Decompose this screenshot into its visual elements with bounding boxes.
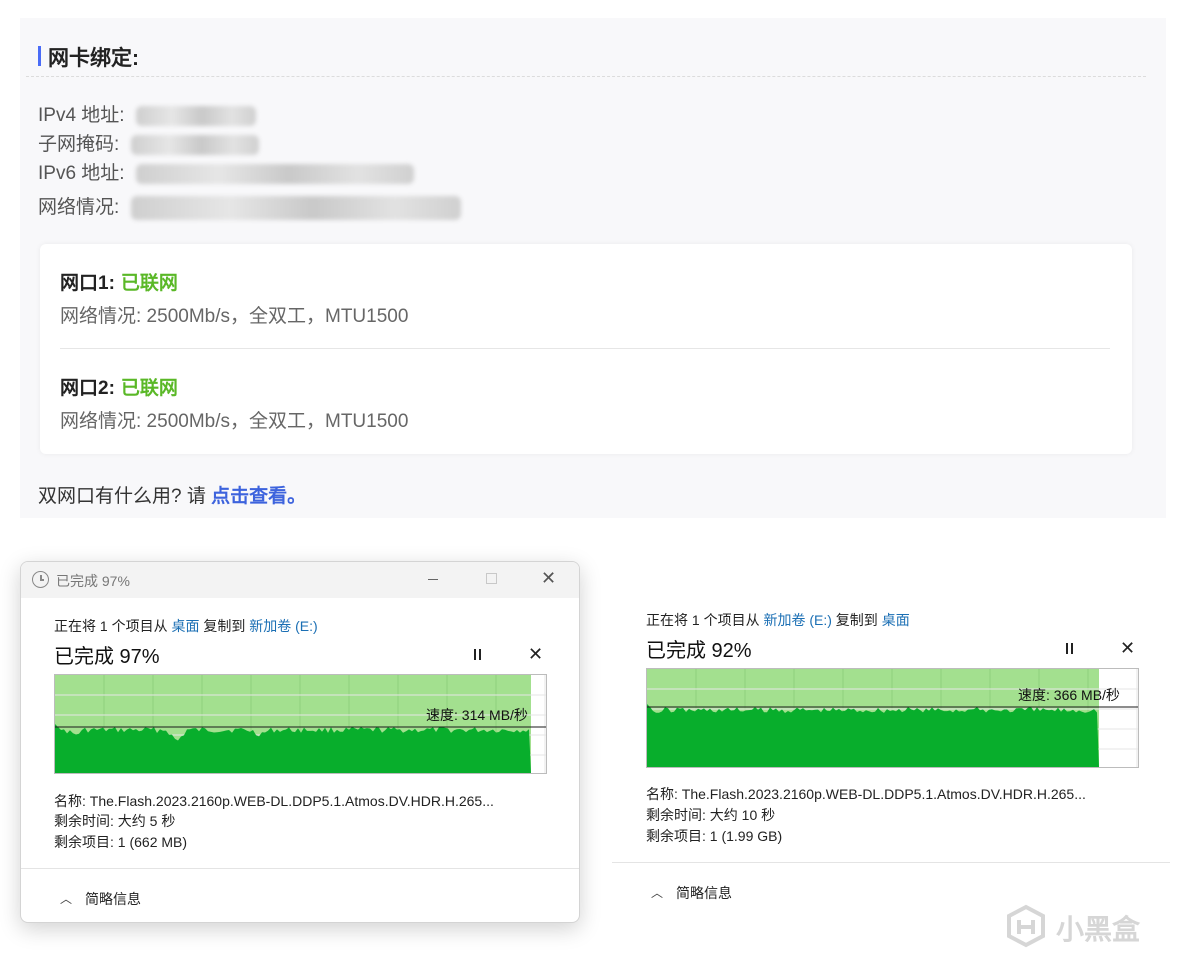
port1-status: 已联网	[120, 273, 178, 294]
window-close-icon[interactable]: ✕	[541, 568, 556, 589]
time-remaining-right: 剩余时间: 大约 10 秒	[646, 807, 776, 823]
copy-prefix: 正在将 1 个项目从	[54, 618, 172, 634]
time-remaining: 剩余时间: 大约 5 秒	[54, 813, 176, 829]
network-title: 网卡绑定:	[48, 47, 139, 70]
fewer-details-toggle-right[interactable]: 简略信息	[676, 883, 732, 903]
subnet-row: 子网掩码:	[38, 129, 259, 156]
ipv4-row: IPv4 地址:	[38, 100, 256, 127]
title-divider	[26, 76, 1146, 77]
xiaoheihe-logo-icon	[1007, 904, 1045, 948]
watermark-text: 小黑盒	[1056, 914, 1141, 945]
source-link-right[interactable]: 新加卷 (E:)	[763, 612, 831, 628]
pause-icon[interactable]	[474, 649, 482, 660]
footer-divider	[21, 868, 579, 869]
ports-card: 网口1: 已联网 网络情况: 2500Mb/s，全双工，MTU1500 网口2: 已…	[40, 244, 1132, 454]
cancel-copy-icon-right[interactable]: ✕	[1120, 638, 1135, 659]
percent-complete: 已完成 97%	[54, 646, 160, 668]
speed-graph-svg-right	[647, 669, 1138, 767]
items-remaining-right: 剩余项目: 1 (1.99 GB)	[646, 828, 783, 844]
ipv4-redacted	[135, 105, 256, 126]
copy-mid: 复制到	[199, 618, 250, 634]
minimize-icon[interactable]	[428, 579, 438, 580]
speed-label: 速度: 314 MB/秒	[426, 707, 528, 723]
ipv6-label: IPv6 地址:	[38, 163, 125, 184]
network-status-redacted	[130, 195, 461, 220]
chevron-up-icon[interactable]: ︿	[60, 890, 72, 907]
subnet-label: 子网掩码:	[38, 134, 120, 155]
port-divider	[60, 348, 1110, 349]
pause-icon-right[interactable]	[1066, 643, 1074, 654]
dialog-titlebar: 已完成 97% ✕	[21, 562, 579, 598]
title-accent-bar	[38, 46, 41, 66]
ipv6-redacted	[135, 163, 414, 184]
destination-link-right[interactable]: 桌面	[882, 612, 910, 628]
copy-dialog-left: 已完成 97% ✕ 正在将 1 个项目从 桌面 复制到 新加卷 (E:) 已完成…	[20, 561, 580, 923]
cancel-copy-icon[interactable]: ✕	[528, 644, 543, 665]
clock-icon	[32, 571, 49, 588]
port2-label: 网口2: 已联网	[60, 373, 178, 400]
ipv4-label: IPv4 地址:	[38, 105, 125, 126]
copy-mid-right: 复制到	[831, 612, 882, 628]
items-remaining: 剩余项目: 1 (662 MB)	[54, 834, 188, 850]
speed-area	[647, 704, 1099, 767]
window-title: 已完成 97%	[56, 573, 130, 589]
ipv6-row: IPv6 地址:	[38, 158, 414, 185]
fewer-details-toggle[interactable]: 简略信息	[85, 889, 141, 909]
help-text: 双网口有什么用? 请	[38, 486, 212, 507]
copy-description-right: 正在将 1 个项目从 新加卷 (E:) 复制到 桌面	[646, 610, 910, 630]
copy-prefix-right: 正在将 1 个项目从	[646, 612, 764, 628]
footer-divider-right	[612, 862, 1170, 863]
port1-name: 网口1:	[60, 273, 115, 294]
chevron-up-icon-right[interactable]: ︿	[651, 884, 663, 901]
port2-detail: 网络情况: 2500Mb/s，全双工，MTU1500	[60, 411, 409, 432]
file-name: 名称: The.Flash.2023.2160p.WEB-DL.DDP5.1.A…	[54, 793, 494, 809]
copy-description: 正在将 1 个项目从 桌面 复制到 新加卷 (E:)	[54, 616, 318, 636]
network-status-label: 网络情况:	[38, 197, 120, 218]
network-status-row: 网络情况:	[38, 192, 461, 220]
help-line: 双网口有什么用? 请 点击查看。	[38, 481, 306, 508]
speed-graph-right	[646, 668, 1139, 768]
destination-link[interactable]: 新加卷 (E:)	[249, 618, 317, 634]
port2-status: 已联网	[120, 378, 178, 399]
maximize-icon	[486, 573, 497, 584]
percent-complete-right: 已完成 92%	[646, 640, 752, 662]
subnet-redacted	[130, 134, 259, 155]
port1-label: 网口1: 已联网	[60, 268, 178, 295]
speed-label-right: 速度: 366 MB/秒	[1018, 687, 1120, 703]
source-link[interactable]: 桌面	[171, 618, 199, 634]
port2-name: 网口2:	[60, 378, 115, 399]
file-name-right: 名称: The.Flash.2023.2160p.WEB-DL.DDP5.1.A…	[646, 786, 1086, 802]
port1-detail: 网络情况: 2500Mb/s，全双工，MTU1500	[60, 306, 409, 327]
help-link[interactable]: 点击查看。	[211, 486, 306, 507]
